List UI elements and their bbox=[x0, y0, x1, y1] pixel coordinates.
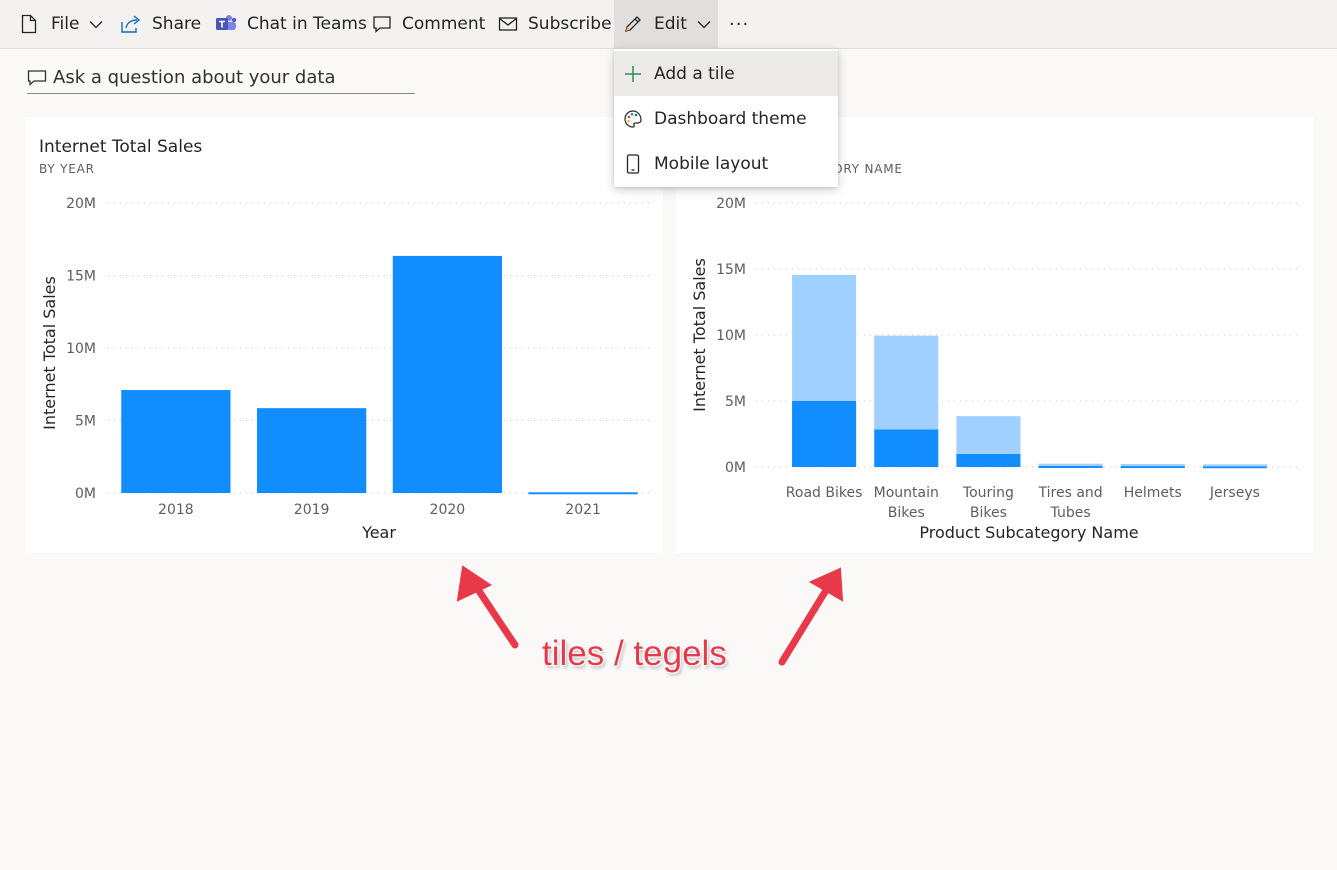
x-tick-label: Road Bikes bbox=[786, 485, 863, 501]
teams-label: Chat in Teams bbox=[247, 14, 367, 34]
y-tick-label: 5M bbox=[725, 394, 746, 410]
more-options-button[interactable]: ··· bbox=[729, 0, 749, 48]
bar-segment bbox=[1120, 463, 1185, 467]
x-tick-label: 2018 bbox=[158, 502, 194, 518]
qna-input[interactable]: Ask a question about your data bbox=[27, 62, 415, 94]
pencil-icon bbox=[623, 14, 643, 34]
subscribe-button[interactable]: Subscribe bbox=[498, 0, 612, 48]
bar-segment bbox=[956, 416, 1021, 454]
x-tick-label: Tubes bbox=[1050, 505, 1091, 521]
y-tick-label: 0M bbox=[75, 486, 96, 502]
bar-segment bbox=[1202, 464, 1267, 467]
menu-item-label: Mobile layout bbox=[654, 153, 769, 174]
mail-icon bbox=[498, 14, 518, 34]
share-label: Share bbox=[152, 14, 202, 34]
edit-dropdown-menu: Add a tile Dashboard theme Mobile layout bbox=[614, 49, 838, 187]
y-tick-label: 15M bbox=[716, 262, 746, 278]
subscribe-label: Subscribe bbox=[528, 14, 612, 34]
bar-segment bbox=[956, 453, 1021, 467]
menu-item-dashboard-theme[interactable]: Dashboard theme bbox=[614, 96, 838, 141]
x-tick-label: Helmets bbox=[1124, 485, 1182, 501]
arrow-left bbox=[456, 565, 519, 649]
x-tick-label: 2019 bbox=[294, 502, 330, 518]
palette-icon bbox=[623, 109, 643, 129]
x-tick-label: Touring bbox=[962, 485, 1014, 501]
top-toolbar: File Share Chat in Teams Comment Subscri… bbox=[0, 0, 1337, 49]
plus-icon bbox=[623, 64, 643, 84]
edit-label: Edit bbox=[654, 14, 687, 34]
bar-segment bbox=[1038, 463, 1103, 466]
bar bbox=[121, 390, 231, 493]
x-tick-label: Jerseys bbox=[1209, 485, 1260, 501]
menu-item-add-tile[interactable]: Add a tile bbox=[614, 51, 838, 96]
bar bbox=[528, 492, 638, 495]
more-options-icon: ··· bbox=[729, 13, 750, 35]
x-tick-label: Tires and bbox=[1038, 485, 1103, 501]
menu-item-label: Dashboard theme bbox=[654, 108, 807, 129]
x-tick-label: Bikes bbox=[888, 505, 925, 521]
y-tick-label: 5M bbox=[75, 414, 96, 430]
bar-segment bbox=[1202, 466, 1267, 469]
x-axis-title: Year bbox=[361, 523, 396, 542]
menu-item-mobile-layout[interactable]: Mobile layout bbox=[614, 141, 838, 186]
x-tick-label: 2020 bbox=[430, 502, 466, 518]
comment-button[interactable]: Comment bbox=[372, 0, 485, 48]
y-tick-label: 20M bbox=[716, 196, 746, 212]
bar-segment bbox=[1120, 466, 1185, 469]
edit-menu-button[interactable]: Edit bbox=[614, 0, 718, 48]
file-menu-button[interactable]: File bbox=[21, 0, 103, 48]
y-tick-label: 15M bbox=[66, 269, 96, 285]
phone-icon bbox=[623, 153, 643, 174]
bar-segment bbox=[792, 274, 857, 401]
qna-placeholder: Ask a question about your data bbox=[53, 67, 336, 88]
comment-label: Comment bbox=[402, 14, 486, 34]
document-icon bbox=[21, 14, 41, 34]
comment-icon bbox=[372, 14, 392, 34]
y-tick-label: 10M bbox=[66, 341, 96, 357]
x-tick-label: 2021 bbox=[565, 502, 601, 518]
bar-segment bbox=[874, 429, 939, 467]
tile-sales-by-year[interactable]: Internet Total Sales BY YEAR 0M 5M 10M 15M 2… bbox=[26, 117, 663, 553]
chat-in-teams-button[interactable]: Chat in Teams bbox=[215, 0, 367, 48]
x-tick-label: Mountain bbox=[874, 485, 939, 501]
menu-item-label: Add a tile bbox=[654, 63, 735, 84]
bar-segment bbox=[1038, 465, 1103, 468]
bar-segment bbox=[792, 401, 857, 467]
file-label: File bbox=[51, 14, 80, 34]
y-tick-label: 0M bbox=[725, 460, 746, 476]
bar bbox=[256, 408, 367, 493]
chevron-down-icon bbox=[89, 20, 103, 29]
x-tick-label: Bikes bbox=[970, 505, 1007, 521]
teams-icon bbox=[215, 14, 237, 34]
y-tick-label: 10M bbox=[716, 328, 746, 344]
x-axis-title: Product Subcategory Name bbox=[919, 523, 1138, 542]
bar-chart-sales-by-year: 0M 5M 10M 15M 20M 2018 2019 2020 2021 Year Interne… bbox=[40, 196, 652, 542]
share-button[interactable]: Share bbox=[120, 0, 201, 48]
y-tick-label: 20M bbox=[66, 196, 96, 212]
bar-segment bbox=[874, 335, 939, 430]
bar bbox=[392, 255, 503, 493]
share-icon bbox=[120, 14, 142, 34]
arrow-right bbox=[778, 567, 844, 666]
speech-bubble-icon bbox=[27, 67, 49, 89]
y-axis-title: Internet Total Sales bbox=[40, 276, 59, 430]
y-axis-title: Internet Total Sales bbox=[690, 258, 709, 412]
chevron-down-icon bbox=[697, 20, 711, 29]
annotation-label: tiles / tegels bbox=[542, 634, 727, 673]
